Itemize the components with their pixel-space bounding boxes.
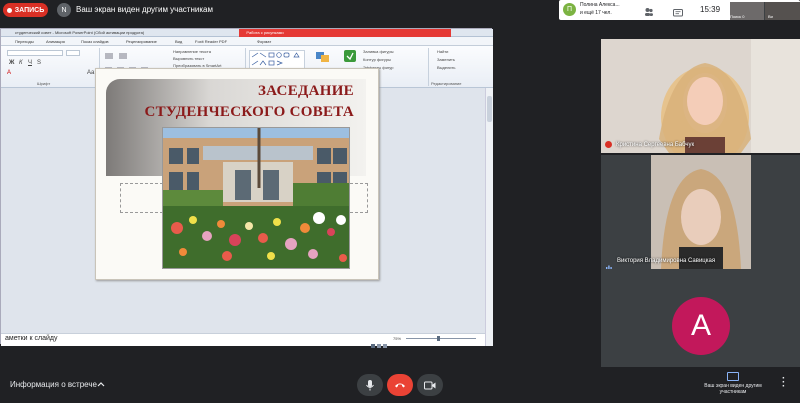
pp-context-tab[interactable]: Работа с рисунками bbox=[239, 29, 291, 37]
select-button[interactable]: Выделить bbox=[437, 65, 455, 70]
microphone-icon bbox=[366, 380, 374, 391]
mic-off-icon bbox=[605, 141, 612, 148]
thumb-label-1: Поиск 0 bbox=[730, 14, 745, 19]
pp-ribbon-tabs: Переходы Анимация Показ слайдов Рецензир… bbox=[1, 37, 493, 46]
participant-thumbnails[interactable]: Поиск 0 Ви bbox=[730, 2, 800, 20]
font-size-box[interactable] bbox=[66, 50, 80, 56]
change-case-icon[interactable]: Aa bbox=[87, 70, 94, 76]
italic-icon[interactable]: К bbox=[19, 60, 23, 66]
microphone-button[interactable] bbox=[357, 374, 383, 396]
slide-photo-building[interactable] bbox=[162, 127, 350, 269]
zoom-slider[interactable] bbox=[406, 338, 476, 339]
tab-animation[interactable]: Анимация bbox=[46, 39, 65, 44]
notes-pane[interactable]: аметки к слайду bbox=[1, 333, 485, 346]
pp-window-title: студенческий совет - Microsoft PowerPoin… bbox=[15, 30, 145, 35]
camera-icon bbox=[424, 381, 436, 389]
underline-icon[interactable]: Ч bbox=[28, 60, 32, 66]
tab-view[interactable]: Вид bbox=[175, 39, 182, 44]
speaking-indicator-icon bbox=[606, 258, 612, 269]
presenting-status-text: Ваш экран виден другим участникам bbox=[76, 5, 213, 14]
font-name-box[interactable] bbox=[7, 50, 63, 56]
meeting-info-button[interactable]: Информация о встрече bbox=[10, 380, 97, 389]
tab-review[interactable]: Рецензирование bbox=[126, 39, 157, 44]
ribbon-separator bbox=[428, 48, 429, 86]
text-direction-button[interactable]: Направление текста bbox=[173, 49, 211, 54]
participant-tile-1[interactable]: Кристина Сергеевна Бабчук bbox=[601, 39, 800, 153]
participant-name-2: Виктория Владимировна Савицкая bbox=[617, 258, 716, 264]
find-button[interactable]: Найти bbox=[437, 49, 448, 54]
notification-name: Полина Алекса... bbox=[580, 2, 620, 8]
group-editing-label: Редактирование bbox=[431, 81, 462, 86]
quick-styles-icon[interactable] bbox=[343, 49, 357, 63]
camera-button[interactable] bbox=[417, 374, 443, 396]
vertical-scrollbar[interactable] bbox=[485, 88, 493, 346]
participant-name-1: Кристина Сергеевна Бабчук bbox=[616, 142, 695, 148]
record-dot-icon bbox=[6, 7, 12, 13]
presenter-avatar: N bbox=[57, 3, 71, 17]
align-text-button[interactable]: Выровнять текст bbox=[173, 56, 204, 61]
hang-up-icon bbox=[395, 383, 405, 388]
present-status-line2: участникам bbox=[719, 389, 747, 395]
present-screen-icon[interactable] bbox=[727, 372, 739, 381]
recording-badge[interactable]: ЗАПИСЬ bbox=[3, 3, 48, 17]
strike-icon[interactable]: S bbox=[37, 60, 41, 66]
participant-tile-2[interactable]: Виктория Владимировна Савицкая bbox=[601, 155, 800, 269]
arrange-icon[interactable] bbox=[313, 50, 333, 65]
zoom-level[interactable]: 75% bbox=[393, 336, 401, 341]
chat-icon[interactable] bbox=[673, 5, 683, 17]
notification-count: и ещё 17 чел. bbox=[580, 10, 612, 16]
tab-foxit[interactable]: Foxit Reader PDF bbox=[195, 39, 227, 44]
slide-title-line2: СТУДЕНЧЕСКОГО СОВЕТА bbox=[144, 104, 354, 120]
shape-fill-button[interactable]: Заливка фигуры bbox=[363, 49, 394, 54]
tab-slideshow[interactable]: Показ слайдов bbox=[81, 39, 109, 44]
end-call-button[interactable] bbox=[387, 374, 413, 396]
notification-avatar: П bbox=[563, 3, 576, 16]
more-options-icon[interactable]: · · · bbox=[782, 374, 785, 392]
slide[interactable]: ЗАСЕДАНИЕ СТУДЕНЧЕСКОГО СОВЕТА bbox=[95, 68, 379, 280]
pp-context-strip bbox=[291, 29, 451, 37]
group-font-label: Шрифт bbox=[37, 81, 51, 86]
notes-placeholder: аметки к слайду bbox=[5, 335, 58, 342]
thumb-label-2: Ви bbox=[768, 14, 773, 19]
font-color-icon[interactable]: A bbox=[7, 70, 11, 76]
people-icon[interactable] bbox=[644, 4, 654, 16]
meeting-clock: 15:39 bbox=[700, 5, 721, 14]
tab-transitions[interactable]: Переходы bbox=[15, 39, 34, 44]
tab-format[interactable]: Формат bbox=[257, 39, 271, 44]
slide-title-line1: ЗАСЕДАНИЕ bbox=[257, 83, 354, 99]
chevron-up-icon[interactable] bbox=[97, 381, 105, 389]
shape-outline-button[interactable]: Контур фигуры bbox=[363, 57, 391, 62]
bold-icon[interactable]: Ж bbox=[9, 60, 14, 66]
participant-avatar: A bbox=[672, 297, 730, 355]
recording-label: ЗАПИСЬ bbox=[14, 6, 45, 14]
zoom-slider-thumb[interactable] bbox=[437, 336, 440, 341]
view-buttons[interactable] bbox=[371, 336, 391, 348]
replace-button[interactable]: Заменить bbox=[437, 57, 455, 62]
